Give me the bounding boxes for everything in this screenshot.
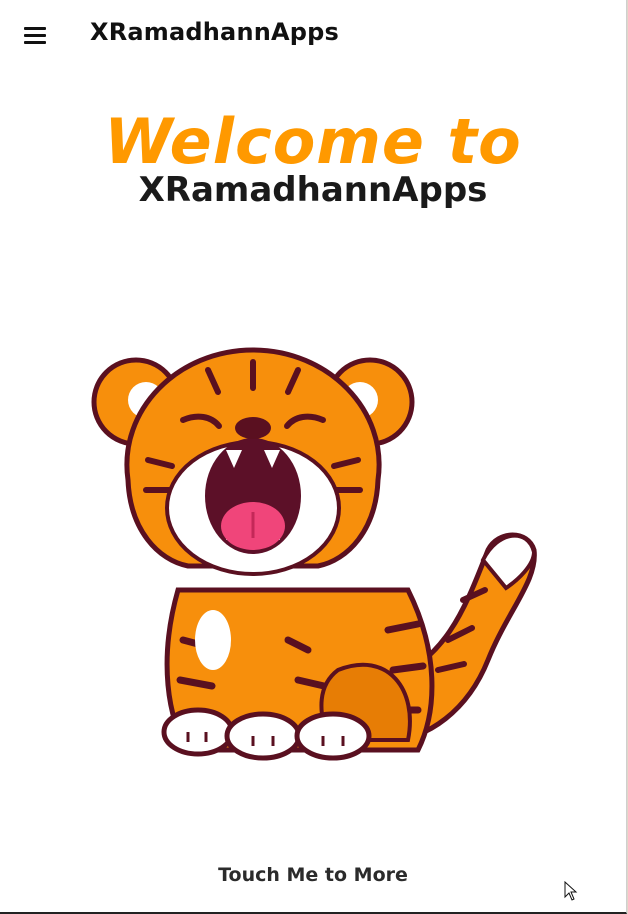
app-bar-title: XRamadhannApps [90,18,340,46]
menu-button[interactable] [20,22,50,50]
welcome-headline: Welcome to [104,105,522,178]
touch-me-button[interactable]: Touch Me to More [0,864,626,886]
roaring-tiger-illustration[interactable] [88,340,542,764]
app-name-heading: XRamadhannApps [138,170,488,210]
hero: Welcome to XRamadhannApps [0,105,626,211]
mouse-pointer-icon [564,881,578,901]
app-bar: XRamadhannApps [0,0,626,72]
app-window: XRamadhannApps Welcome to XRamadhannApps [0,0,627,914]
